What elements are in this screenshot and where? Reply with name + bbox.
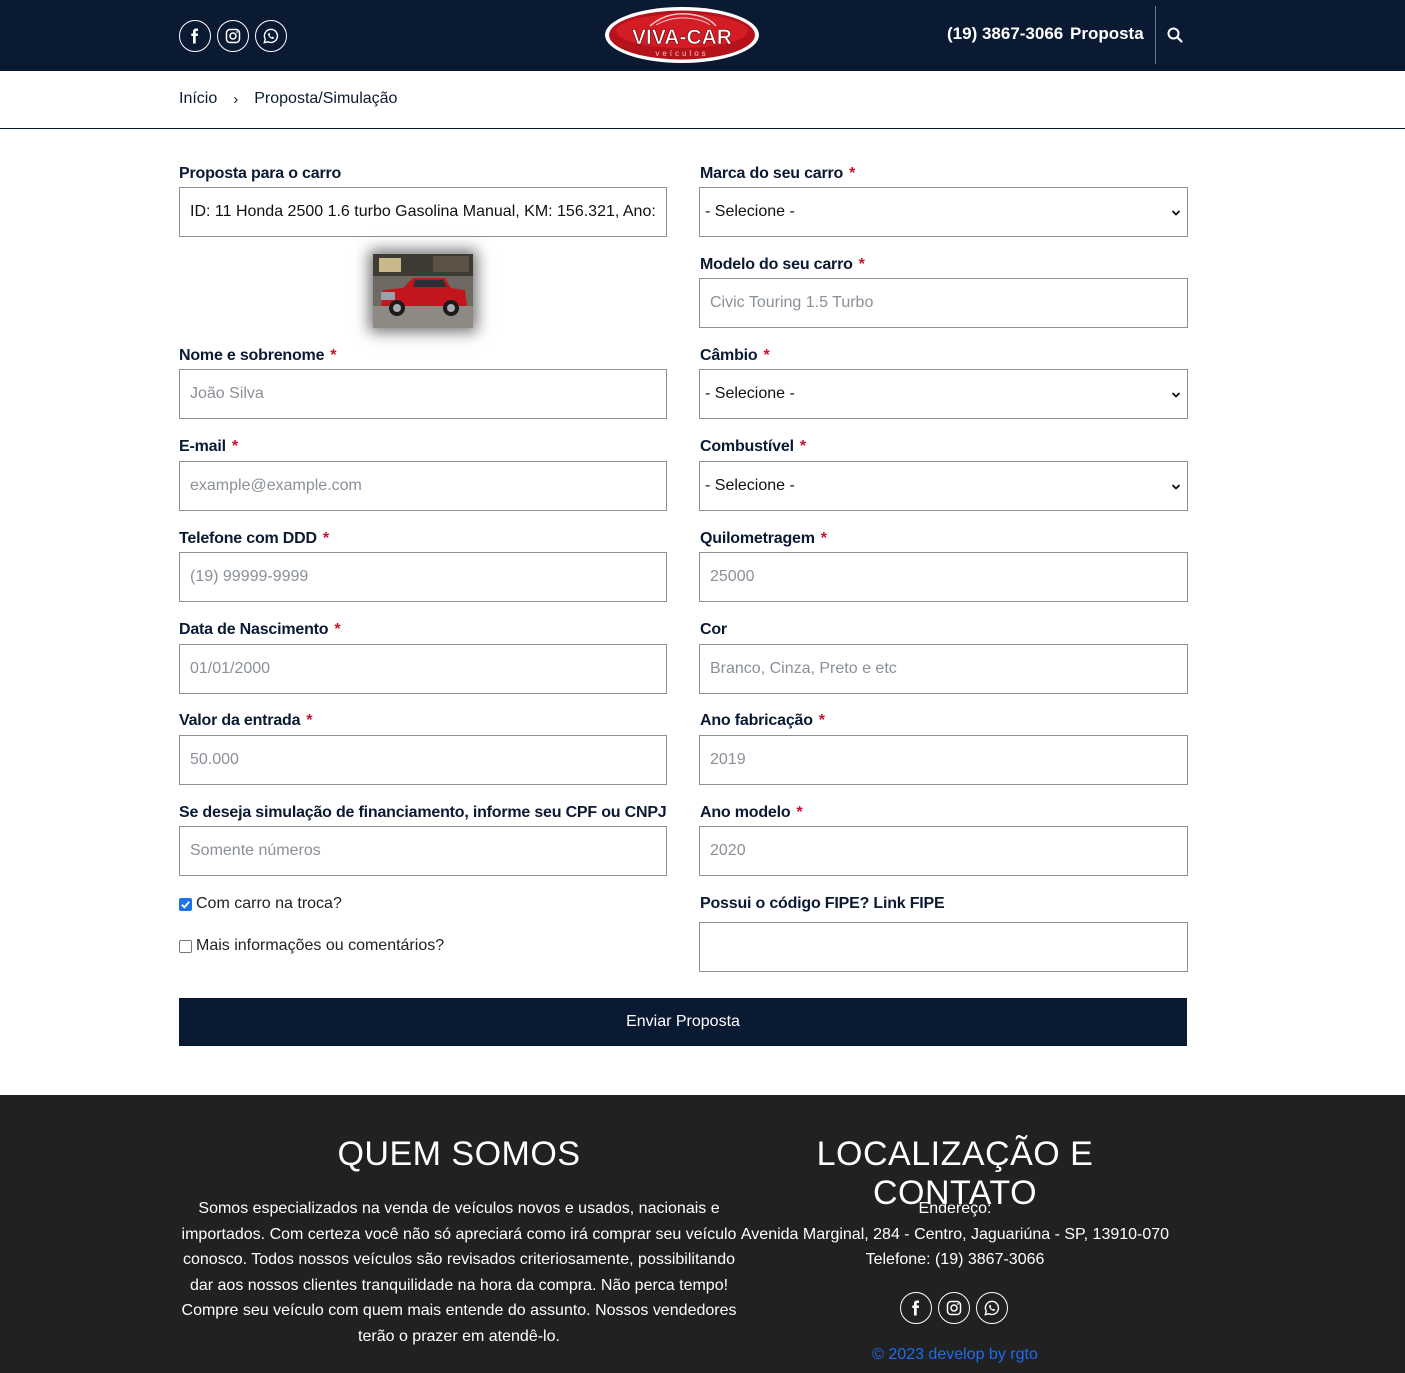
car-thumbnail	[373, 254, 473, 328]
name-field[interactable]	[179, 369, 667, 419]
fuel-label: Combustível *	[700, 438, 806, 455]
brand-select-value: - Selecione -	[705, 203, 795, 220]
whatsapp-icon[interactable]	[976, 1292, 1008, 1324]
down-payment-field[interactable]	[179, 735, 667, 785]
facebook-icon[interactable]	[179, 20, 211, 52]
footer-phone: Telefone: (19) 3867-3066	[865, 1251, 1045, 1269]
header-phone[interactable]: (19) 3867-3066	[947, 24, 1063, 44]
header-divider	[1155, 6, 1156, 64]
mileage-field[interactable]	[699, 552, 1188, 602]
transmission-label: Câmbio *	[700, 347, 770, 364]
fuel-select-value: - Selecione -	[705, 477, 795, 494]
transmission-select-value: - Selecione -	[705, 385, 795, 402]
birthdate-field[interactable]	[179, 644, 667, 694]
fipe-label: Possui o código FIPE? Link FIPE	[700, 895, 945, 912]
manufacture-year-field[interactable]	[699, 735, 1188, 785]
brand-label: Marca do seu carro *	[700, 165, 856, 182]
nav-proposal-link[interactable]: Proposta	[1070, 24, 1144, 44]
email-field[interactable]	[179, 461, 667, 511]
car-proposal-field[interactable]	[179, 187, 667, 237]
svg-text:VIVA-CAR: VIVA-CAR	[632, 26, 732, 49]
mileage-label: Quilometragem *	[700, 530, 827, 547]
more-info-option[interactable]: Mais informações ou comentários?	[179, 937, 444, 955]
breadcrumb-divider	[0, 128, 1405, 129]
search-icon[interactable]	[1166, 26, 1184, 44]
fuel-select[interactable]: - Selecione -	[699, 461, 1188, 511]
breadcrumb-separator: ›	[233, 90, 239, 108]
more-info-checkbox[interactable]	[179, 939, 192, 953]
cpf-label: Se deseja simulação de financiamento, in…	[179, 804, 667, 821]
trade-in-option[interactable]: Com carro na troca?	[179, 895, 342, 913]
footer-social-links	[900, 1292, 1008, 1324]
brand-select[interactable]: - Selecione -	[699, 187, 1188, 237]
contact-info: Endereço: Avenida Marginal, 284 - Centro…	[740, 1196, 1170, 1273]
phone-label: Telefone com DDD *	[179, 530, 329, 547]
site-header: VIVA-CAR veículos (19) 3867-3066 Propost…	[0, 0, 1405, 71]
chevron-down-icon	[1171, 484, 1181, 490]
about-text: Somos especializados na venda de veículo…	[181, 1200, 737, 1345]
brand-logo[interactable]: VIVA-CAR veículos	[604, 6, 760, 64]
site-footer: QUEM SOMOS LOCALIZAÇÃO E CONTATO Somos e…	[0, 1095, 1405, 1373]
trade-in-label: Com carro na troca?	[196, 895, 342, 912]
address-label: Endereço:	[918, 1200, 992, 1217]
more-info-label: Mais informações ou comentários?	[196, 937, 445, 954]
trade-in-checkbox[interactable]	[179, 897, 192, 911]
cpf-field[interactable]	[179, 826, 667, 876]
car-proposal-label: Proposta para o carro	[179, 165, 342, 182]
about-title: QUEM SOMOS	[337, 1135, 581, 1173]
submit-proposal-button[interactable]: Enviar Proposta	[179, 998, 1187, 1046]
instagram-icon[interactable]	[938, 1292, 970, 1324]
instagram-icon[interactable]	[217, 20, 249, 52]
copyright-link[interactable]: © 2023 develop by rgto	[740, 1346, 1170, 1364]
name-label: Nome e sobrenome *	[179, 347, 337, 364]
fipe-field[interactable]	[699, 922, 1188, 972]
model-year-field[interactable]	[699, 826, 1188, 876]
model-label: Modelo do seu carro *	[700, 256, 865, 273]
phone-field[interactable]	[179, 552, 667, 602]
transmission-select[interactable]: - Selecione -	[699, 369, 1188, 419]
breadcrumb-home[interactable]: Início	[179, 90, 217, 108]
svg-text:veículos: veículos	[655, 49, 708, 58]
color-field[interactable]	[699, 644, 1188, 694]
email-label: E-mail *	[179, 438, 238, 455]
down-payment-label: Valor da entrada *	[179, 712, 313, 729]
manufacture-year-label: Ano fabricação *	[700, 712, 825, 729]
header-social-links	[179, 20, 287, 52]
breadcrumb: Início › Proposta/Simulação	[179, 90, 397, 108]
model-year-label: Ano modelo *	[700, 804, 803, 821]
facebook-icon[interactable]	[900, 1292, 932, 1324]
whatsapp-icon[interactable]	[255, 20, 287, 52]
chevron-down-icon	[1171, 392, 1181, 398]
birthdate-label: Data de Nascimento *	[179, 621, 341, 638]
breadcrumb-current: Proposta/Simulação	[254, 90, 398, 107]
model-field[interactable]	[699, 278, 1188, 328]
color-label: Cor	[700, 621, 727, 638]
chevron-down-icon	[1171, 210, 1181, 216]
address-text: Avenida Marginal, 284 - Centro, Jaguariú…	[740, 1225, 1170, 1243]
